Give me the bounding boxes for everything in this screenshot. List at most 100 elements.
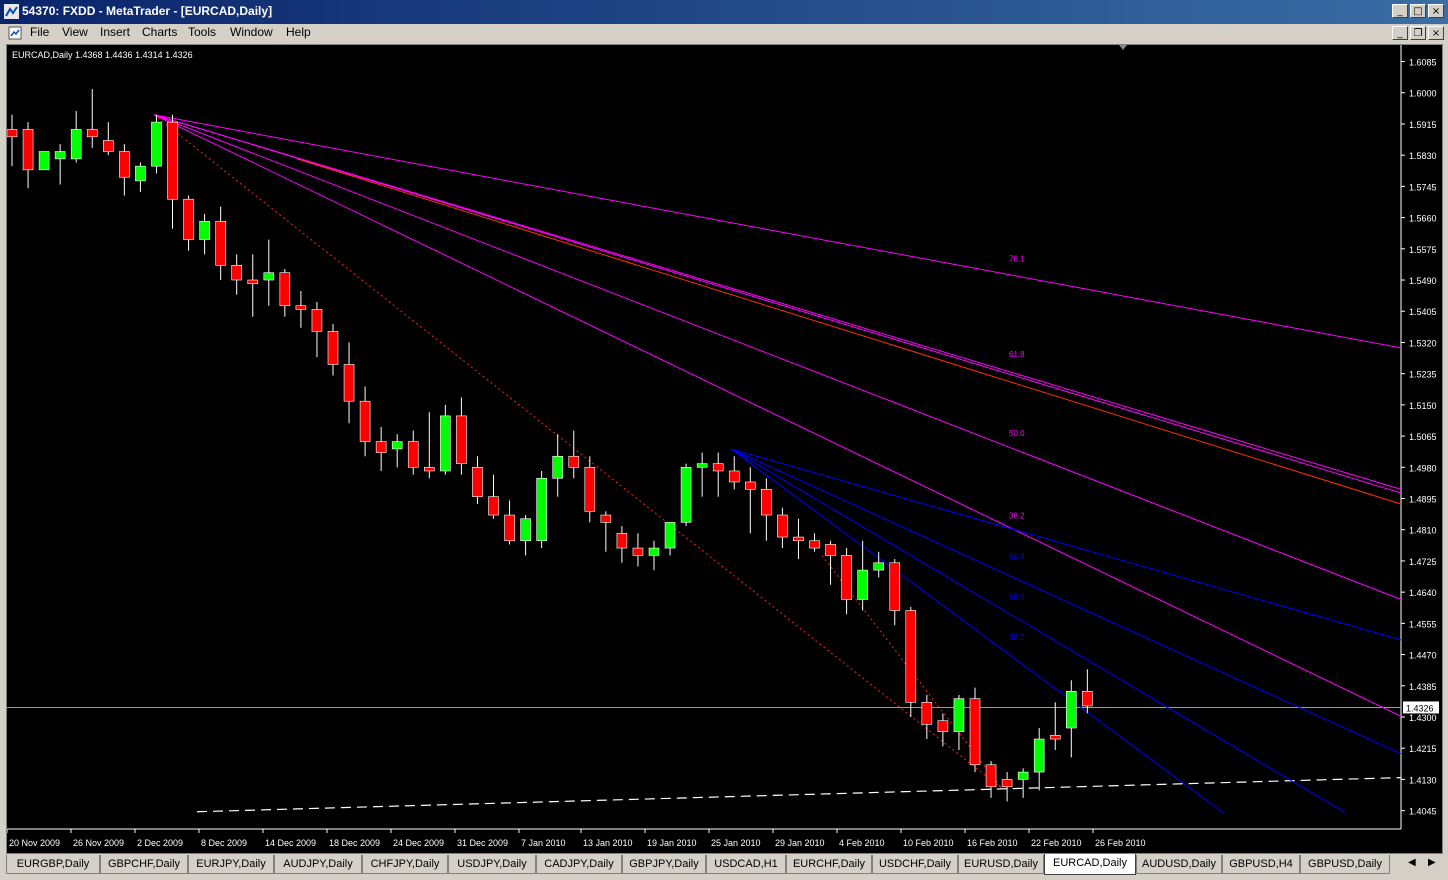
bear-candle: [712, 463, 724, 472]
minimize-button[interactable]: _: [1392, 4, 1408, 18]
bear-candle: [937, 720, 949, 732]
doc-minimize-button[interactable]: _: [1392, 26, 1408, 40]
price-tick-label: 1.4640: [1409, 588, 1437, 598]
tab-eurcad-daily[interactable]: EURCAD,Daily: [1044, 854, 1136, 875]
price-tick-label: 1.4300: [1409, 713, 1437, 723]
tab-scroll-right-icon[interactable]: ▶: [1428, 857, 1436, 868]
price-tick-label: 1.5235: [1409, 370, 1437, 380]
tab-audusd-daily[interactable]: AUDUSD,Daily: [1136, 855, 1222, 874]
price-tick-label: 1.5320: [1409, 338, 1437, 348]
bear-candle: [407, 441, 419, 468]
bull-candle: [857, 569, 868, 600]
time-tick-label: 24 Dec 2009: [393, 838, 444, 848]
close-button[interactable]: ×: [1428, 4, 1444, 18]
bear-candle: [744, 481, 756, 490]
price-tick-label: 1.5065: [1409, 432, 1437, 442]
bull-candle: [151, 121, 162, 167]
price-tick-label: 1.5915: [1409, 120, 1437, 130]
doc-restore-button[interactable]: ❐: [1410, 26, 1426, 40]
menu-file[interactable]: File: [26, 25, 53, 39]
tab-audjpy-daily[interactable]: AUDJPY,Daily: [274, 855, 362, 874]
tab-gbpjpy-daily[interactable]: GBPJPY,Daily: [622, 855, 706, 874]
bull-candle: [648, 547, 660, 556]
support-trendline: [196, 776, 1402, 813]
doc-close-button[interactable]: ×: [1428, 26, 1444, 40]
price-tick-label: 1.6000: [1409, 89, 1437, 99]
menu-charts[interactable]: Charts: [138, 25, 181, 39]
bull-candle: [536, 478, 547, 542]
menu-bar: File View Insert Charts Tools Window Hel…: [0, 24, 1448, 42]
time-tick-label: 16 Feb 2010: [967, 838, 1018, 848]
tab-eurchf-daily[interactable]: EURCHF,Daily: [786, 855, 872, 874]
bull-candle: [38, 151, 50, 171]
bear-candle: [119, 151, 130, 178]
menu-tools[interactable]: Tools: [184, 25, 220, 39]
price-tick-label: 1.4470: [1409, 651, 1437, 661]
tab-eurjpy-daily[interactable]: EURJPY,Daily: [188, 855, 274, 874]
bull-candle: [953, 698, 965, 732]
bear-candle: [22, 129, 34, 171]
bear-candle: [103, 140, 114, 152]
tab-usdcad-h1[interactable]: USDCAD,H1: [706, 855, 786, 874]
red-dotted-trendline: [153, 114, 1003, 789]
bear-candle: [616, 533, 628, 549]
chart-document-icon[interactable]: [8, 26, 22, 40]
bull-candle: [520, 518, 531, 542]
menu-help[interactable]: Help: [282, 25, 315, 39]
bull-candle: [1033, 738, 1045, 773]
chart-shift-marker-icon[interactable]: [1119, 45, 1127, 50]
bear-candle: [905, 610, 917, 703]
fib-fan-magenta-line: [153, 114, 1402, 490]
bear-candle: [1082, 690, 1093, 707]
bull-candle: [1066, 690, 1077, 729]
bull-candle: [696, 463, 708, 468]
price-chart[interactable]: 1.6085 1.6000 1.5915 1.5830 1.5745 1.5660 1.55…: [6, 45, 1442, 853]
tab-cadjpy-daily[interactable]: CADJPY,Daily: [536, 855, 622, 874]
time-tick-label: 29 Jan 2010: [775, 838, 825, 848]
bear-candle: [985, 764, 997, 788]
tab-usdchf-daily[interactable]: USDCHF,Daily: [872, 855, 958, 874]
bear-candle: [568, 455, 580, 468]
tab-gbpchf-daily[interactable]: GBPCHF,Daily: [100, 855, 188, 874]
time-tick-label: 26 Feb 2010: [1095, 838, 1146, 848]
fib-fan-blue-label: 50.0: [1009, 592, 1025, 601]
chart-header-info: EURCAD,Daily 1.4368 1.4436 1.4314 1.4326: [12, 50, 193, 60]
fib-fan-magenta-line: [153, 114, 1402, 494]
bull-candle: [440, 415, 451, 472]
time-tick-label: 2 Dec 2009: [137, 838, 183, 848]
chart-window[interactable]: 1.6085 1.6000 1.5915 1.5830 1.5745 1.5660 1.55…: [6, 44, 1443, 854]
bull-candle: [1017, 771, 1029, 780]
tab-gbpusd-daily[interactable]: GBPUSD,Daily: [1300, 855, 1390, 874]
menu-view[interactable]: View: [58, 25, 92, 39]
fib-fan-blue-line: [730, 448, 1402, 755]
tab-scroll-left-icon[interactable]: ◀: [1408, 857, 1416, 868]
bear-candle: [632, 547, 644, 556]
bear-candle: [423, 466, 435, 472]
maximize-button[interactable]: □: [1410, 4, 1426, 18]
bear-candle: [825, 544, 836, 556]
bear-candle: [728, 470, 740, 483]
time-tick-label: 14 Dec 2009: [265, 838, 316, 848]
time-tick-label: 8 Dec 2009: [201, 838, 247, 848]
fib-fan-magenta-label: 76.1: [1009, 255, 1025, 264]
tab-chfjpy-daily[interactable]: CHFJPY,Daily: [362, 855, 448, 874]
time-tick-label: 10 Feb 2010: [903, 838, 954, 848]
time-tick-label: 31 Dec 2009: [457, 838, 508, 848]
menu-insert[interactable]: Insert: [96, 25, 134, 39]
bull-candle: [873, 562, 885, 571]
bear-candle: [1049, 735, 1061, 740]
tab-usdjpy-daily[interactable]: USDJPY,Daily: [448, 855, 536, 874]
tab-eurusd-daily[interactable]: EURUSD,Daily: [958, 855, 1044, 874]
fib-fan-magenta-label: 61.8: [1009, 350, 1025, 359]
price-tick-label: 1.5150: [1409, 401, 1437, 411]
fib-fan-blue-label: 61.8: [1009, 552, 1025, 561]
menu-window[interactable]: Window: [226, 25, 277, 39]
bear-candle: [1001, 779, 1013, 788]
bear-candle: [359, 400, 371, 442]
tab-gbpusd-h4[interactable]: GBPUSD,H4: [1222, 855, 1300, 874]
bear-candle: [472, 466, 483, 497]
window-title: 54370: FXDD - MetaTrader - [EURCAD,Daily…: [22, 4, 273, 18]
price-tick-label: 1.5575: [1409, 245, 1437, 255]
tab-eurgbp-daily[interactable]: EURGBP,Daily: [6, 855, 100, 874]
chart-tab-bar: ◀ ▶ EURGBP,Daily GBPCHF,Daily EURJPY,Daily…: [0, 854, 1448, 880]
